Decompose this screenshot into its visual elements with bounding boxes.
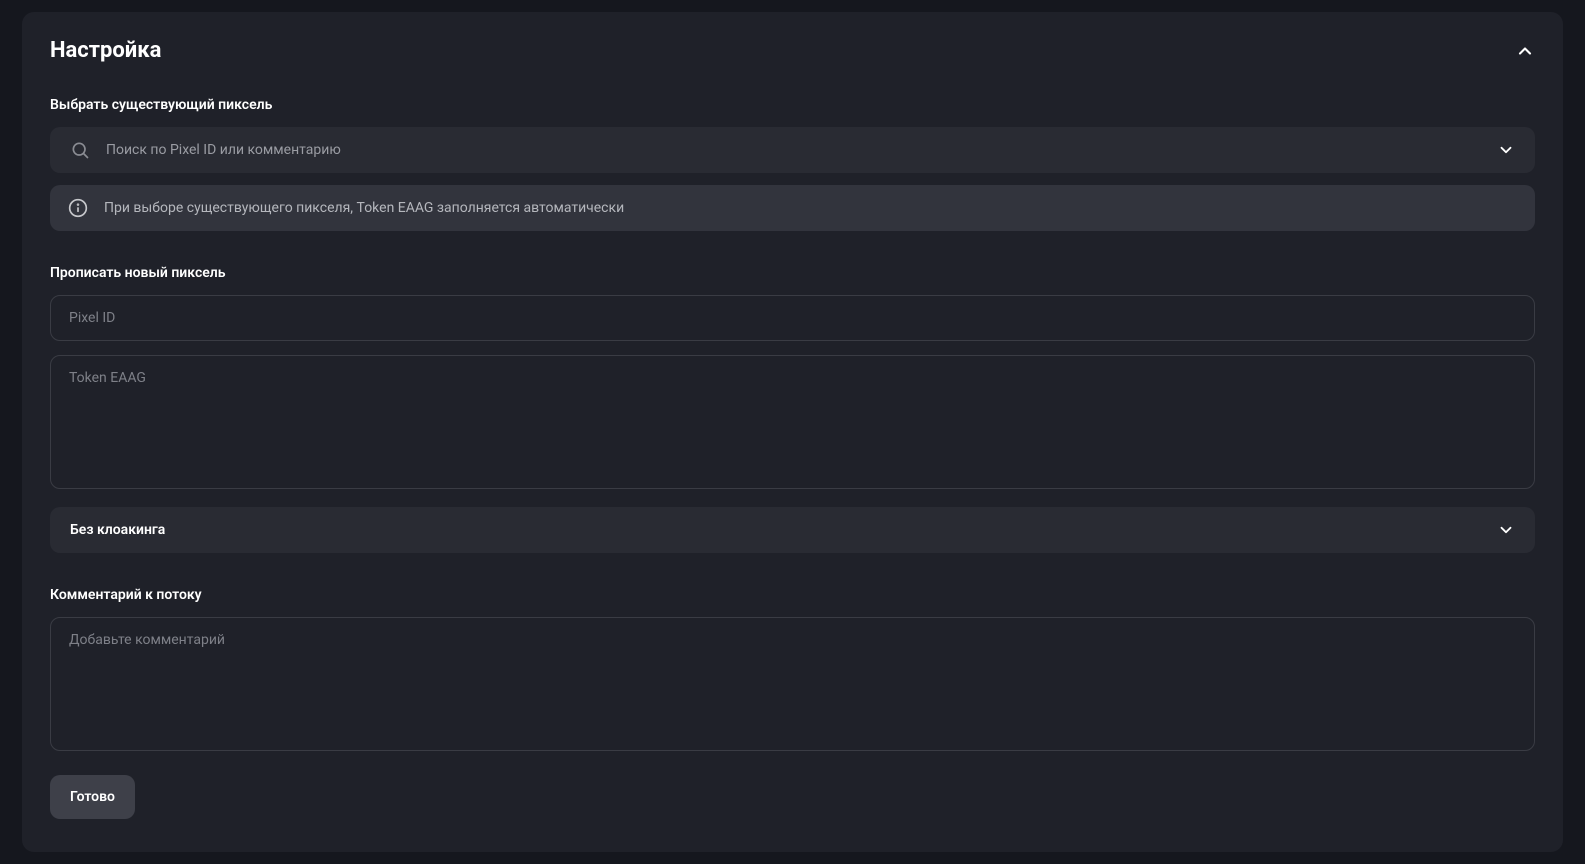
chevron-down-icon (1497, 141, 1515, 159)
settings-panel: Настройка Выбрать существующий пиксель П… (22, 12, 1563, 852)
token-eaag-input[interactable] (50, 355, 1535, 489)
search-icon (70, 140, 90, 160)
comment-input[interactable] (50, 617, 1535, 751)
comment-label: Комментарий к потоку (50, 587, 1535, 603)
cloaking-select[interactable]: Без клоакинга (50, 507, 1535, 553)
chevron-up-icon[interactable] (1515, 41, 1535, 61)
info-text: При выборе существующего пикселя, Token … (104, 200, 624, 216)
chevron-down-icon (1497, 521, 1515, 539)
info-icon (68, 198, 88, 218)
done-button[interactable]: Готово (50, 775, 135, 819)
info-banner: При выборе существующего пикселя, Token … (50, 185, 1535, 231)
pixel-id-input[interactable] (50, 295, 1535, 341)
panel-header: Настройка (50, 38, 1535, 63)
pixel-search-select[interactable]: Поиск по Pixel ID или комментарию (50, 127, 1535, 173)
select-pixel-label: Выбрать существующий пиксель (50, 97, 1535, 113)
pixel-search-placeholder: Поиск по Pixel ID или комментарию (106, 142, 1481, 158)
cloaking-value: Без клоакинга (70, 522, 165, 538)
panel-title: Настройка (50, 38, 161, 63)
new-pixel-label: Прописать новый пиксель (50, 265, 1535, 281)
